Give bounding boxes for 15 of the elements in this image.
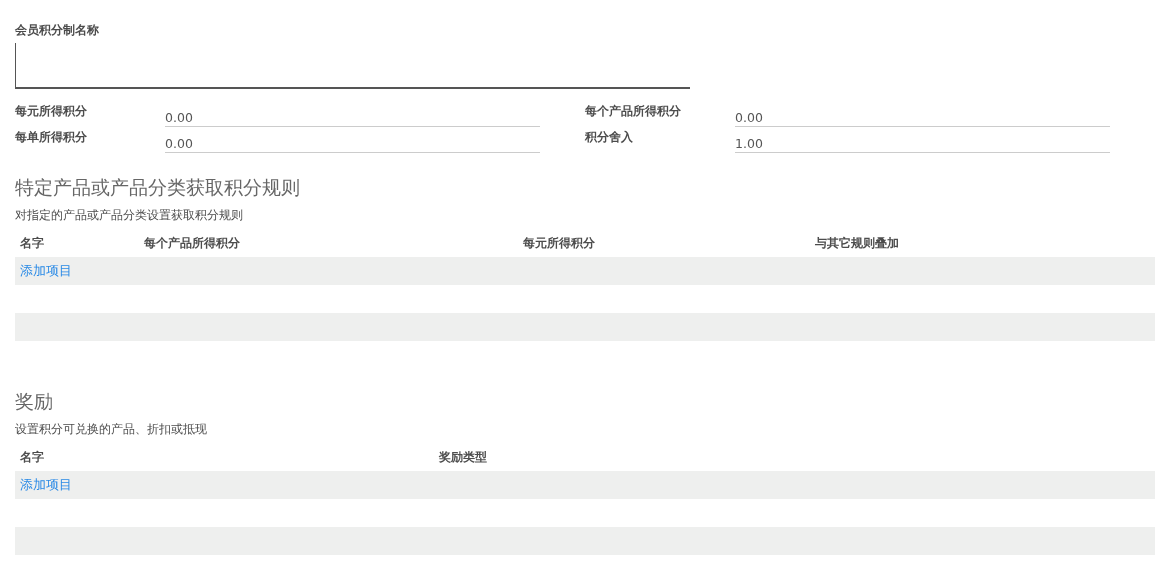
column-header: 每个产品所得积分 — [144, 235, 240, 252]
section-description: 对指定的产品或产品分类设置获取积分规则 — [15, 207, 243, 224]
column-header: 每元所得积分 — [523, 235, 595, 252]
section-title: 奖励 — [15, 389, 53, 414]
section-description: 设置积分可兑换的产品、折扣或抵现 — [15, 421, 207, 438]
field-label: 积分舍入 — [585, 129, 634, 146]
column-header: 名字 — [20, 235, 44, 252]
field-label: 每个产品所得积分 — [585, 103, 682, 120]
column-header: 奖励类型 — [439, 449, 487, 466]
field-label: 每单所得积分 — [15, 129, 88, 146]
section-title: 特定产品或产品分类获取积分规则 — [15, 175, 300, 200]
field-label: 每元所得积分 — [15, 103, 88, 120]
field-label: 会员积分制名称 — [15, 22, 99, 39]
column-header: 名字 — [20, 449, 44, 466]
column-header: 与其它规则叠加 — [815, 235, 899, 252]
